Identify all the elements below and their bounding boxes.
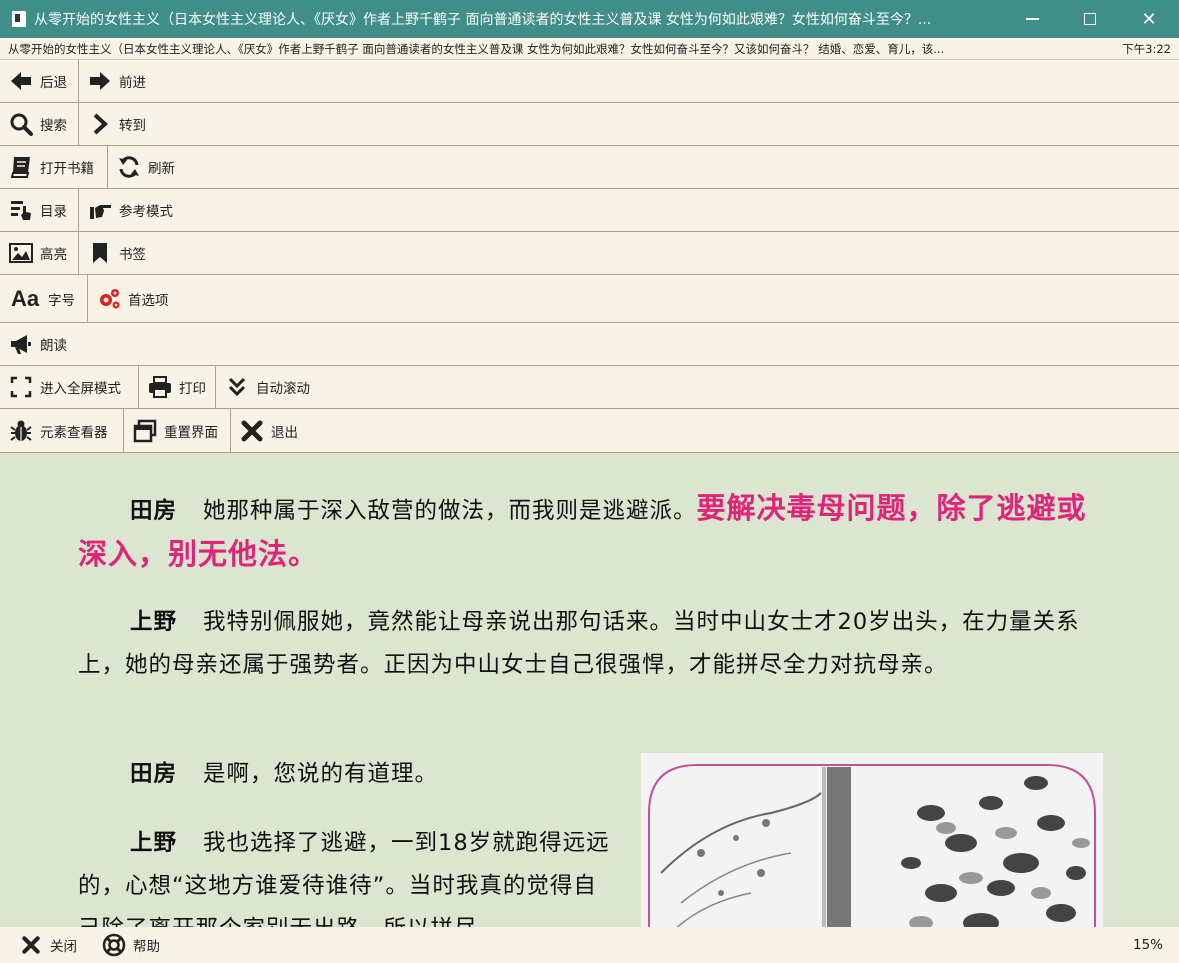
megaphone-icon <box>8 331 34 357</box>
window-titlebar: 从零开始的女性主义（日本女性主义理论人、《厌女》作者上野千鹤子 面向普通读者的女… <box>0 0 1179 38</box>
forward-button[interactable]: 前进 <box>79 60 154 102</box>
reading-pane[interactable]: 田房 她那种属于深入敌营的做法，而我则是逃避派。要解决毒母问题，除了逃避或深入，别… <box>0 453 1179 927</box>
windows-icon <box>132 418 158 444</box>
highlight-button[interactable]: 高亮 <box>0 232 79 274</box>
paragraph-text: 是啊，您说的有道理。 <box>203 761 439 787</box>
close-book-button[interactable]: 关闭 <box>18 932 77 958</box>
bookmark-icon <box>87 240 113 266</box>
close-book-label: 关闭 <box>50 939 77 955</box>
auto-scroll-label: 自动滚动 <box>256 381 310 397</box>
menu-row-read: 朗读 <box>0 323 1179 366</box>
font-size-label: 字号 <box>48 292 75 309</box>
close-window-button[interactable]: ✕ <box>1120 0 1178 38</box>
font-size-button[interactable]: Aa 字号 <box>0 275 88 322</box>
arrow-left-icon <box>8 68 34 94</box>
app-book-icon <box>12 11 26 27</box>
paragraph-text: 我特别佩服她，竟然能让母亲说出那句话来。当时中山女士才20岁出头，在力量关系上，… <box>78 609 1080 678</box>
reference-mode-button[interactable]: 参考模式 <box>79 189 181 231</box>
toc-icon <box>8 197 34 223</box>
print-label: 打印 <box>179 381 206 397</box>
window-title: 从零开始的女性主义（日本女性主义理论人、《厌女》作者上野千鹤子 面向普通读者的女… <box>34 12 932 28</box>
menu-row-tools: 元素查看器 重置界面 退出 <box>0 409 1179 453</box>
refresh-button[interactable]: 刷新 <box>108 146 183 188</box>
speaker-name: 田房 <box>130 761 178 787</box>
open-book-label: 打开书籍 <box>40 161 94 177</box>
back-label: 后退 <box>40 75 67 91</box>
paragraph-1: 田房 她那种属于深入敌营的做法，而我则是逃避派。要解决毒母问题，除了逃避或深入，别… <box>78 487 1108 579</box>
goto-label: 转到 <box>119 118 146 134</box>
bug-icon <box>8 418 34 444</box>
double-chevron-down-icon <box>224 374 250 400</box>
auto-scroll-button[interactable]: 自动滚动 <box>216 366 318 408</box>
refresh-label: 刷新 <box>148 161 175 177</box>
toc-button[interactable]: 目录 <box>0 189 79 231</box>
help-button[interactable]: 帮助 <box>101 932 160 958</box>
arrow-right-icon <box>87 68 113 94</box>
preferences-button[interactable]: 首选项 <box>88 275 177 322</box>
refresh-icon <box>116 154 142 180</box>
search-icon <box>8 111 34 137</box>
paragraph-2: 上野 我特别佩服她，竟然能让母亲说出那句话来。当时中山女士才20岁出头，在力量关系… <box>78 601 1108 687</box>
close-x-icon <box>18 932 44 958</box>
forward-label: 前进 <box>119 75 146 91</box>
close-x-icon <box>239 418 265 444</box>
book-title: 从零开始的女性主义（日本女性主义理论人、《厌女》作者上野千鹤子 面向普通读者的女… <box>8 41 945 56</box>
highlight-label: 高亮 <box>40 247 67 263</box>
fullscreen-label: 进入全屏模式 <box>40 381 121 397</box>
help-label: 帮助 <box>133 939 160 955</box>
minimize-button[interactable] <box>1003 0 1061 38</box>
reading-progress: 15% <box>1132 937 1163 953</box>
paragraph-text: 她那种属于深入敌营的做法，而我则是逃避派。 <box>203 498 697 524</box>
gears-icon <box>96 286 122 312</box>
preferences-label: 首选项 <box>128 292 169 309</box>
speaker-name: 上野 <box>130 609 178 635</box>
reset-ui-button[interactable]: 重置界面 <box>124 409 231 452</box>
goto-button[interactable]: 转到 <box>79 103 154 145</box>
paragraph-4: 上野 我也选择了逃避，一到18岁就跑得远远的，心想“这地方谁爱待谁待”。当时我真的… <box>78 822 618 927</box>
speaker-name: 田房 <box>130 498 178 524</box>
bookmark-button[interactable]: 书签 <box>79 232 154 274</box>
open-book-button[interactable]: 打开书籍 <box>0 146 108 188</box>
font-size-icon: Aa <box>10 285 40 311</box>
speaker-name: 上野 <box>130 830 178 856</box>
menu-row-toc: 目录 参考模式 <box>0 189 1179 232</box>
toc-label: 目录 <box>40 204 67 220</box>
menu-row-view: 进入全屏模式 打印 自动滚动 <box>0 366 1179 409</box>
print-button[interactable]: 打印 <box>139 366 216 408</box>
inspector-label: 元素查看器 <box>40 424 108 441</box>
menu-row-search: 搜索 转到 <box>0 103 1179 146</box>
lifebuoy-icon <box>101 932 127 958</box>
menu-row-navigation: 后退 前进 <box>0 60 1179 103</box>
inspector-button[interactable]: 元素查看器 <box>0 409 124 452</box>
close-icon: ✕ <box>1141 8 1157 30</box>
book-illustration <box>641 753 1103 927</box>
printer-icon <box>147 374 173 400</box>
fullscreen-button[interactable]: 进入全屏模式 <box>0 366 139 408</box>
quit-label: 退出 <box>271 424 298 441</box>
fullscreen-icon <box>8 374 34 400</box>
reference-mode-label: 参考模式 <box>119 204 173 220</box>
bookmark-label: 书签 <box>119 247 146 263</box>
menu-row-highlight: 高亮 书签 <box>0 232 1179 275</box>
menu-row-font: Aa 字号 首选项 <box>0 275 1179 323</box>
paragraph-3: 田房 是啊，您说的有道理。 <box>78 753 618 796</box>
read-aloud-label: 朗读 <box>40 338 67 354</box>
pointing-hand-icon <box>87 197 113 223</box>
minimize-icon <box>1025 18 1039 20</box>
back-button[interactable]: 后退 <box>0 60 79 102</box>
reset-ui-label: 重置界面 <box>164 424 218 441</box>
menu-row-book: 打开书籍 刷新 <box>0 146 1179 189</box>
clock: 下午3:22 <box>1122 42 1171 56</box>
image-icon <box>8 240 34 266</box>
search-button[interactable]: 搜索 <box>0 103 79 145</box>
search-label: 搜索 <box>40 118 67 134</box>
chevron-right-icon <box>87 111 113 137</box>
book-icon <box>8 154 34 180</box>
bottom-toolbar: 关闭 帮助 15% <box>0 927 1179 963</box>
quit-button[interactable]: 退出 <box>231 409 306 452</box>
read-aloud-button[interactable]: 朗读 <box>0 323 75 365</box>
maximize-icon <box>1084 13 1096 25</box>
maximize-button[interactable] <box>1061 0 1119 38</box>
book-header: 从零开始的女性主义（日本女性主义理论人、《厌女》作者上野千鹤子 面向普通读者的女… <box>0 38 1179 60</box>
